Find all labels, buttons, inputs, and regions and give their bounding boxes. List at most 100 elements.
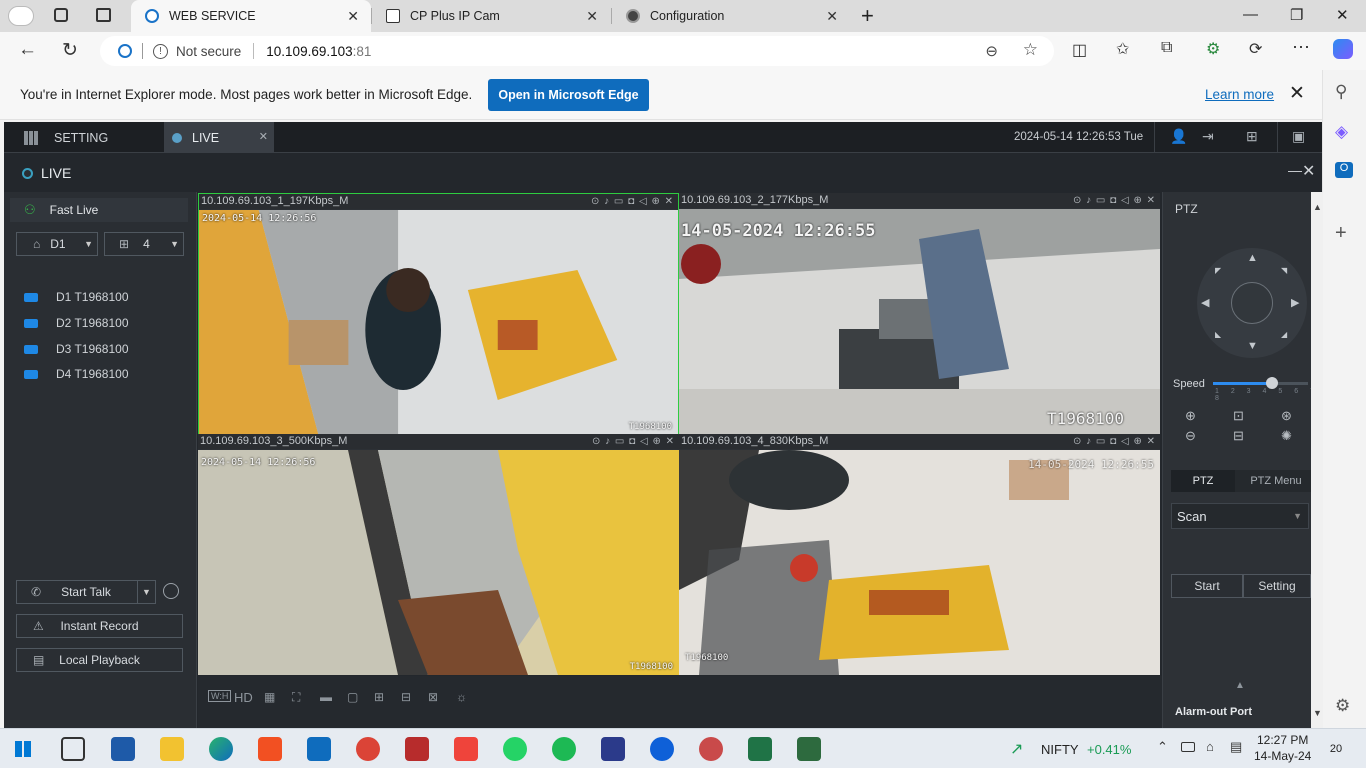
zoom-icon[interactable]: ⊖ bbox=[985, 42, 998, 60]
fit-screen-icon[interactable]: ⛶ bbox=[292, 690, 300, 705]
anydesk-icon[interactable] bbox=[454, 737, 478, 761]
excel-icon[interactable] bbox=[748, 737, 772, 761]
file-explorer-icon[interactable] bbox=[160, 737, 184, 761]
spotify-icon[interactable] bbox=[552, 737, 576, 761]
browser-tab-cp-plus[interactable]: CP Plus IP Cam ✕ bbox=[372, 0, 610, 32]
favorites-icon[interactable]: ✩ bbox=[1116, 39, 1129, 59]
ptz-direction-pad[interactable]: ▲ ▼ ◀ ▶ ◤ ◥ ◣ ◢ bbox=[1197, 248, 1307, 358]
network-icon[interactable]: ⌂ bbox=[1206, 739, 1214, 754]
ptz-mode-select[interactable]: Scan ▼ bbox=[1171, 503, 1309, 529]
url-host[interactable]: 10.109.69.103 bbox=[266, 44, 352, 59]
chrome-icon[interactable] bbox=[356, 737, 380, 761]
stream-icon[interactable]: ▦ bbox=[264, 690, 275, 704]
battery-icon[interactable] bbox=[1181, 742, 1195, 752]
arrow-up-left-icon[interactable]: ◤ bbox=[1215, 266, 1221, 275]
tile-controls[interactable]: ⊙ ♪ ▭ ◘ ◁ ⊕ ✕ bbox=[592, 434, 675, 449]
workspaces-icon[interactable] bbox=[54, 8, 68, 22]
browser-tab-configuration[interactable]: Configuration ✕ bbox=[612, 0, 850, 32]
tile-controls[interactable]: ⊙ ♪ ▭ ◘ ◁ ⊕ ✕ bbox=[1073, 193, 1156, 208]
zoom-out-icon[interactable]: ⊖ bbox=[1185, 428, 1196, 444]
brightness-icon[interactable]: ☼ bbox=[456, 690, 467, 704]
ptz-start-button[interactable]: Start bbox=[1171, 574, 1243, 598]
focus-far-icon[interactable]: ⊟ bbox=[1233, 428, 1244, 444]
tile-controls[interactable]: ⊙ ♪ ▭ ◘ ◁ ⊕ ✕ bbox=[1073, 434, 1156, 449]
arrow-up-icon[interactable]: ▲ bbox=[1247, 252, 1258, 264]
fast-live-button[interactable]: ⚇ Fast Live bbox=[10, 198, 188, 222]
minimize-panel-icon[interactable]: — bbox=[1288, 162, 1302, 178]
add-sidebar-icon[interactable]: + bbox=[1335, 222, 1347, 245]
shopping-icon[interactable]: ◈ bbox=[1335, 122, 1348, 142]
focus-near-icon[interactable]: ⊡ bbox=[1233, 408, 1244, 424]
back-icon[interactable]: ← bbox=[18, 39, 37, 61]
favorite-star-icon[interactable]: ☆ bbox=[1023, 40, 1038, 60]
arrow-up-right-icon[interactable]: ◥ bbox=[1281, 266, 1287, 275]
open-in-edge-button[interactable]: Open in Microsoft Edge bbox=[488, 79, 649, 111]
windows-start-icon[interactable] bbox=[15, 741, 31, 757]
close-live-tab-icon[interactable]: ✕ bbox=[259, 130, 268, 143]
url-port[interactable]: :81 bbox=[353, 44, 372, 59]
minimize-icon[interactable]: — bbox=[1243, 6, 1258, 23]
new-tab-icon[interactable]: + bbox=[861, 3, 874, 29]
device-item[interactable]: D2 T1968100 bbox=[24, 316, 129, 330]
extensions-icon[interactable]: ⚙ bbox=[1206, 39, 1220, 59]
app-icon[interactable] bbox=[797, 737, 821, 761]
single-split-icon[interactable]: ▬ bbox=[320, 690, 332, 704]
teamviewer-icon[interactable] bbox=[650, 737, 674, 761]
local-playback-button[interactable]: ▤ Local Playback bbox=[16, 648, 183, 672]
chevron-down-icon[interactable]: ▼ bbox=[137, 581, 155, 603]
search-icon[interactable]: ⚲ bbox=[1335, 82, 1347, 102]
fullscreen-icon[interactable]: ▣ bbox=[1292, 128, 1305, 145]
video-tile-2[interactable]: 10.109.69.103_2_177Kbps_M ⊙ ♪ ▭ ◘ ◁ ⊕ ✕ … bbox=[679, 193, 1160, 434]
arrow-left-icon[interactable]: ◀ bbox=[1201, 296, 1209, 309]
app-icon[interactable] bbox=[699, 737, 723, 761]
more-menu-icon[interactable]: ⋯ bbox=[1292, 37, 1310, 58]
device-item[interactable]: D3 T1968100 bbox=[24, 342, 129, 356]
collapse-up-icon[interactable]: ▲ bbox=[1235, 680, 1245, 691]
app-icon[interactable] bbox=[111, 737, 135, 761]
wh-ratio-icon[interactable]: W:H bbox=[208, 690, 232, 702]
video-tile-1[interactable]: 10.109.69.103_1_197Kbps_M ⊙ ♪ ▭ ◘ ◁ ⊕ ✕ … bbox=[198, 193, 679, 435]
mail-icon[interactable] bbox=[307, 737, 331, 761]
close-tab-icon[interactable]: ✕ bbox=[586, 8, 598, 25]
browser-tab-web-service[interactable]: WEB SERVICE ✕ bbox=[131, 0, 371, 32]
tile-controls[interactable]: ⊙ ♪ ▭ ◘ ◁ ⊕ ✕ bbox=[591, 194, 674, 209]
warning-icon[interactable]: ! bbox=[153, 43, 168, 59]
eight-split-icon[interactable]: ⊠ bbox=[428, 690, 438, 704]
refresh-icon[interactable]: ↻ bbox=[62, 39, 78, 62]
video-tile-4[interactable]: 10.109.69.103_4_830Kbps_M ⊙ ♪ ▭ ◘ ◁ ⊕ ✕ … bbox=[679, 434, 1160, 675]
close-tab-icon[interactable]: ✕ bbox=[347, 8, 359, 25]
tab-ptz-menu[interactable]: PTZ Menu bbox=[1241, 470, 1311, 492]
ie-reload-icon[interactable]: ⟳ bbox=[1249, 39, 1262, 59]
tab-ptz[interactable]: PTZ bbox=[1171, 470, 1235, 492]
arrow-down-right-icon[interactable]: ◢ bbox=[1281, 330, 1287, 339]
tray-chevron-icon[interactable]: ⌃ bbox=[1157, 739, 1168, 755]
security-status[interactable]: Not secure bbox=[176, 44, 241, 59]
arrow-down-left-icon[interactable]: ◣ bbox=[1215, 330, 1221, 339]
outlook-icon[interactable]: O bbox=[1335, 162, 1353, 178]
one-split-icon[interactable]: ▢ bbox=[347, 690, 358, 704]
whatsapp-icon[interactable] bbox=[503, 737, 527, 761]
grid-menu-icon[interactable] bbox=[24, 130, 38, 145]
user-icon[interactable]: 👤 bbox=[1170, 128, 1187, 145]
clock-time[interactable]: 12:27 PM bbox=[1257, 733, 1308, 747]
six-split-icon[interactable]: ⊟ bbox=[401, 690, 411, 704]
iris-close-icon[interactable]: ✺ bbox=[1281, 428, 1292, 444]
ticker-name[interactable]: NIFTY bbox=[1041, 742, 1079, 757]
scroll-down-icon[interactable]: ▼ bbox=[1313, 708, 1322, 718]
address-bar[interactable]: ! Not secure 10.109.69.103:81 ⊖ ☆ bbox=[100, 36, 1054, 66]
split-screen-icon[interactable]: ◫ bbox=[1072, 40, 1087, 60]
layout-icon[interactable]: ⊞ bbox=[1246, 128, 1258, 145]
four-split-icon[interactable]: ⊞ bbox=[374, 690, 384, 704]
close-tab-icon[interactable]: ✕ bbox=[826, 8, 838, 25]
zoom-in-icon[interactable]: ⊕ bbox=[1185, 408, 1196, 424]
app-icon[interactable] bbox=[405, 737, 429, 761]
ptz-center-button[interactable] bbox=[1231, 282, 1273, 324]
scroll-up-icon[interactable]: ▲ bbox=[1313, 202, 1322, 212]
ptz-scrollbar[interactable]: ▲ ▼ bbox=[1311, 192, 1323, 728]
clock-date[interactable]: 14-May-24 bbox=[1254, 749, 1311, 763]
close-banner-icon[interactable]: ✕ bbox=[1289, 82, 1305, 105]
notification-icon[interactable]: 20 bbox=[1323, 739, 1349, 759]
instant-record-button[interactable]: ⚠ Instant Record bbox=[16, 614, 183, 638]
speed-slider[interactable] bbox=[1213, 377, 1308, 389]
edge-icon[interactable] bbox=[209, 737, 233, 761]
